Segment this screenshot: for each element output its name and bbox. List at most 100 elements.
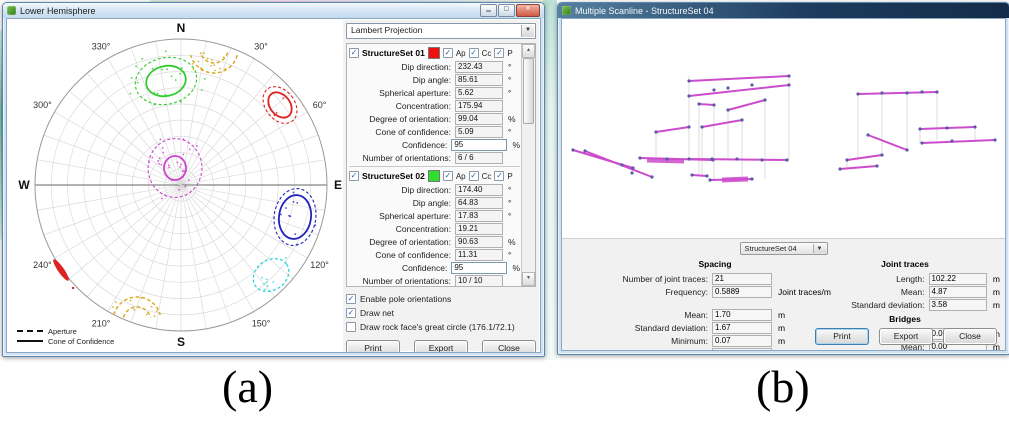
stat-unit: m	[772, 323, 785, 333]
set-color-swatch[interactable]	[428, 170, 440, 182]
close-button[interactable]: Close	[943, 328, 997, 345]
export-button[interactable]: Export	[879, 328, 933, 345]
field-value: 90.63	[455, 236, 503, 248]
option-checkbox[interactable]	[346, 322, 356, 332]
option-checkbox[interactable]	[346, 294, 356, 304]
scroll-down-icon[interactable]: ▼	[522, 272, 535, 286]
p-checkbox[interactable]	[494, 171, 504, 181]
set-color-swatch[interactable]	[428, 47, 440, 59]
stat-label: Mean:	[810, 287, 929, 297]
stereonet-options: Enable pole orientationsDraw netDraw roc…	[346, 292, 536, 334]
print-button[interactable]: Print	[346, 340, 400, 353]
maximize-icon[interactable]: ▢	[498, 4, 515, 17]
stat-row: Standard deviation:3.58m	[810, 298, 1000, 311]
window-b-buttons: Print Export Close	[815, 328, 997, 345]
projection-dropdown[interactable]: Lambert Projection ▼	[346, 23, 536, 39]
field-value: 5.09	[455, 126, 503, 138]
svg-text:120°: 120°	[310, 260, 329, 270]
field-row: Number of orientations:6 / 6	[349, 151, 520, 164]
svg-text:N: N	[177, 21, 186, 35]
ap-checkbox[interactable]	[443, 171, 453, 181]
set-enabled-checkbox[interactable]	[349, 48, 359, 58]
window-a-buttons: Print Export Close	[346, 340, 536, 353]
stat-value: 21	[712, 273, 772, 285]
p-checkbox[interactable]	[494, 48, 504, 58]
spacing-header: Spacing	[590, 259, 840, 269]
export-button[interactable]: Export	[414, 340, 468, 353]
field-row: Cone of confidence:5.09°	[349, 125, 520, 138]
field-value: 174.40	[455, 184, 503, 196]
field-value: 175.94	[455, 100, 503, 112]
stat-unit: m	[772, 336, 785, 346]
field-row: Dip direction:232.43°	[349, 60, 520, 73]
field-row: Degree of orientation:99.04%	[349, 112, 520, 125]
svg-text:W: W	[18, 178, 30, 192]
projection-dropdown-value: Lambert Projection	[351, 25, 422, 35]
field-unit: °	[503, 127, 511, 137]
field-value: 19.21	[455, 223, 503, 235]
stat-row: Standard deviation:1.67m	[590, 321, 840, 334]
stat-row: Mean:1.70m	[590, 308, 840, 321]
field-label: Confidence:	[349, 263, 451, 273]
field-value: 5.62	[455, 87, 503, 99]
print-button[interactable]: Print	[815, 328, 869, 345]
option-row: Enable pole orientations	[346, 292, 536, 306]
stat-unit: m	[772, 349, 785, 352]
stat-label: Standard deviation:	[590, 323, 712, 333]
window-b-titlebar[interactable]: Multiple Scanline - StructureSet 04	[558, 3, 1009, 18]
field-value[interactable]: 95	[451, 262, 507, 274]
field-label: Number of orientations:	[349, 276, 455, 286]
option-label: Enable pole orientations	[360, 294, 451, 304]
field-label: Dip direction:	[349, 185, 455, 195]
spacing-section: Spacing Number of joint traces:21Frequen…	[590, 259, 840, 351]
structureset-dropdown[interactable]: StructureSet 04 ▼	[740, 242, 828, 255]
structureset-dropdown-value: StructureSet 04	[745, 244, 797, 253]
field-label: Cone of confidence:	[349, 250, 455, 260]
ap-checkbox[interactable]	[443, 48, 453, 58]
field-value[interactable]: 95	[451, 139, 507, 151]
stat-value: 1.67	[712, 322, 772, 334]
scroll-up-icon[interactable]: ▲	[522, 44, 535, 58]
field-label: Number of orientations:	[349, 153, 455, 163]
p-label: P	[507, 172, 512, 181]
cc-checkbox[interactable]	[469, 171, 479, 181]
stat-row: Frequency:0.5889Joint traces/m	[590, 285, 840, 298]
field-label: Dip angle:	[349, 75, 455, 85]
stat-row: Minimum:0.07m	[590, 334, 840, 347]
stat-label: Length:	[810, 274, 929, 284]
structure-sets-panel: Lambert Projection ▼ StructureSet 01ApCc…	[343, 20, 539, 351]
stat-label: Standard deviation:	[810, 300, 929, 310]
joint-traces-header: Joint traces	[810, 259, 1000, 269]
field-label: Spherical aperture:	[349, 88, 455, 98]
field-value: 10 / 10	[455, 275, 503, 287]
cc-checkbox[interactable]	[469, 48, 479, 58]
close-button[interactable]: Close	[482, 340, 536, 353]
multiple-scanline-window: Multiple Scanline - StructureSet 04 Stru…	[557, 2, 1009, 355]
stereonet-legend: Aperture Cone of Confidence	[17, 326, 114, 346]
structure-set-header: StructureSet 02ApCcP	[349, 169, 520, 183]
stat-value: 0.07	[712, 335, 772, 347]
svg-text:150°: 150°	[252, 319, 271, 329]
minimize-icon[interactable]: ▁	[480, 4, 497, 17]
screenshot-canvas: Lower Hemisphere ▁ ▢ ✕ 30°60°120°150°210…	[0, 0, 1009, 430]
field-unit: %	[507, 140, 520, 150]
window-b-title: Multiple Scanline - StructureSet 04	[575, 6, 714, 16]
lower-hemisphere-window: Lower Hemisphere ▁ ▢ ✕ 30°60°120°150°210…	[2, 2, 545, 357]
close-icon[interactable]: ✕	[516, 4, 540, 17]
stat-row: Maximum:7.08m	[590, 347, 840, 351]
scrollbar-thumb[interactable]	[523, 58, 534, 124]
field-row: Number of orientations:10 / 10	[349, 274, 520, 287]
field-value: 99.04	[455, 113, 503, 125]
option-row: Draw rock face's great circle (176.1/72.…	[346, 320, 536, 334]
option-checkbox[interactable]	[346, 308, 356, 318]
set-enabled-checkbox[interactable]	[349, 171, 359, 181]
stat-unit: m	[987, 274, 1000, 284]
field-unit: °	[503, 88, 511, 98]
caption-a: (a)	[222, 360, 273, 413]
field-label: Degree of orientation:	[349, 114, 455, 124]
stat-row: Number of joint traces:21	[590, 272, 840, 285]
scrollbar[interactable]: ▲ ▼	[521, 44, 535, 286]
caption-b: (b)	[756, 360, 810, 413]
window-a-titlebar[interactable]: Lower Hemisphere ▁ ▢ ✕	[3, 3, 544, 18]
field-row: Concentration:19.21	[349, 222, 520, 235]
